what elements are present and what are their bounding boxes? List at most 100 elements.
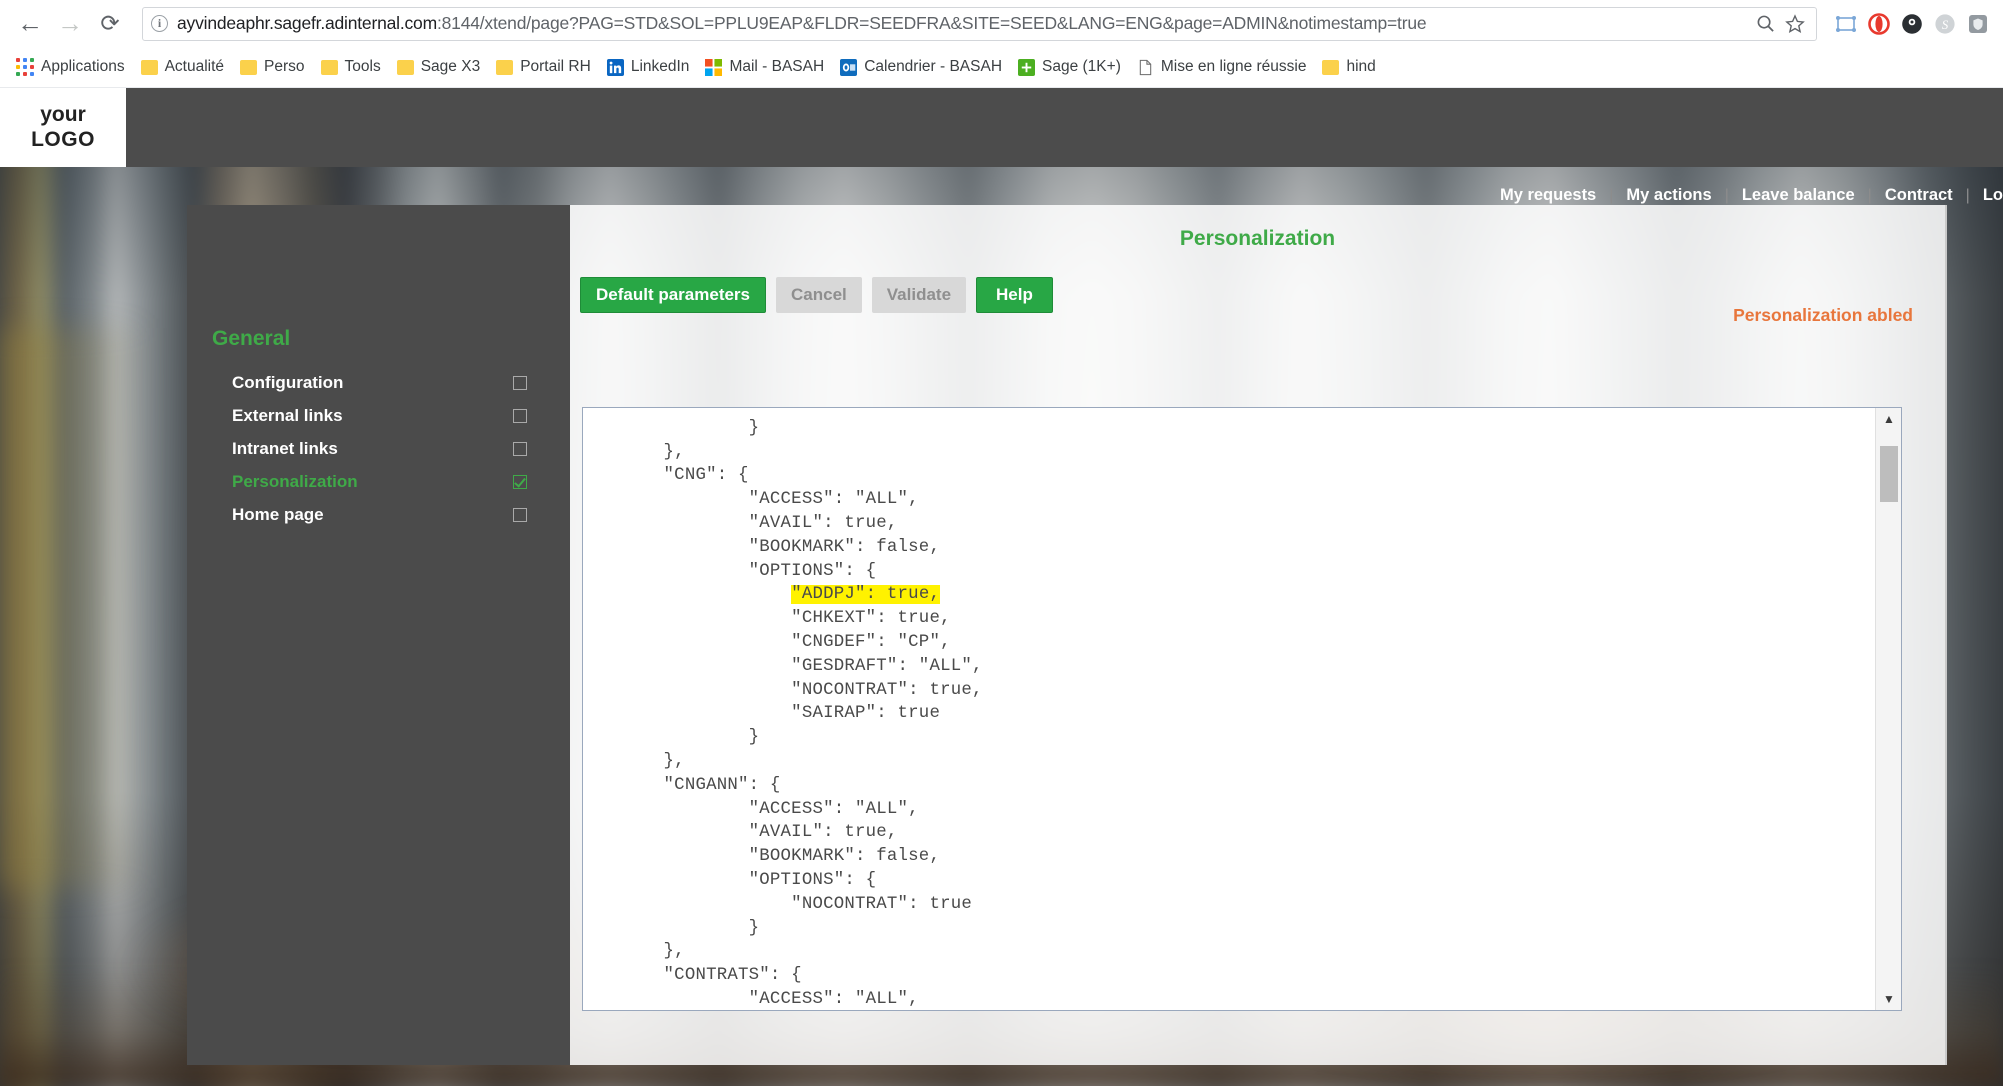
bookmark-label: Portail RH — [520, 58, 591, 75]
action-toolbar: Default parameters Cancel Validate Help — [580, 277, 1053, 313]
sidebar-item-label: External links — [232, 405, 343, 425]
shield-extension-icon[interactable] — [1963, 9, 1993, 39]
page-icon — [1139, 59, 1152, 75]
folder-icon — [396, 59, 414, 75]
background-warm-left — [0, 328, 150, 888]
forward-arrow-icon[interactable]: → — [50, 4, 90, 44]
scrollbar-thumb[interactable] — [1880, 446, 1898, 502]
bookmark-item-mise-en-ligne[interactable]: Mise en ligne réussie — [1129, 53, 1315, 81]
cancel-button[interactable]: Cancel — [776, 277, 862, 313]
outlook-calendar-icon — [840, 58, 858, 76]
browser-toolbar: ← → ⟳ i ayvindeaphr.sagefr.adinternal.co… — [0, 0, 2003, 47]
sidebar-item-label: Intranet links — [232, 438, 338, 458]
bookmark-item-linkedin[interactable]: LinkedIn — [599, 53, 698, 81]
bookmark-label: Actualité — [164, 58, 225, 75]
sidebar: General Configuration External links Int… — [187, 205, 570, 1065]
sidebar-checkbox-home-page[interactable] — [513, 507, 527, 522]
bookmark-item-calendrier-basah[interactable]: Calendrier - BASAH — [832, 53, 1010, 81]
topnav-item-my-requests[interactable]: My requests — [1487, 186, 1609, 205]
logo-line-2: LOGO — [31, 127, 95, 151]
bookmark-label: Applications — [41, 58, 125, 75]
bookmark-label: Perso — [264, 58, 305, 75]
topnav-item-contract[interactable]: Contract — [1872, 186, 1966, 205]
main-panel: Personalization Default parameters Cance… — [570, 205, 1947, 1065]
scroll-down-arrow-icon[interactable]: ▼ — [1876, 988, 1901, 1010]
bookmark-label: Sage (1K+) — [1042, 58, 1121, 75]
apps-grid-icon — [16, 58, 34, 76]
bookmark-item-mail-basah[interactable]: Mail - BASAH — [697, 53, 832, 81]
bookmark-item-sage[interactable]: Sage (1K+) — [1010, 53, 1129, 81]
sidebar-item-configuration[interactable]: Configuration — [232, 366, 527, 399]
topnav-item-truncated[interactable]: Lo — [1970, 186, 2003, 205]
sidebar-menu: Configuration External links Intranet li… — [232, 366, 527, 531]
extension-icon-group: S — [1831, 9, 1993, 39]
sidebar-item-label: Configuration — [232, 372, 344, 392]
topnav-item-leave-balance[interactable]: Leave balance — [1729, 186, 1868, 205]
bookmark-item-actualite[interactable]: Actualité — [133, 53, 232, 81]
scroll-up-arrow-icon[interactable]: ▲ — [1876, 408, 1901, 430]
validate-button[interactable]: Validate — [871, 277, 967, 313]
sidebar-checkbox-intranet-links[interactable] — [513, 441, 527, 456]
sidebar-checkbox-personalization[interactable] — [513, 474, 527, 489]
code-viewport[interactable]: "NOCONTRAT": true } }, "CNG": { "ACCESS"… — [583, 408, 1875, 1010]
json-code-editor[interactable]: "NOCONTRAT": true } }, "CNG": { "ACCESS"… — [582, 407, 1902, 1011]
sidebar-section-title: General — [212, 327, 291, 350]
browser-chrome: ← → ⟳ i ayvindeaphr.sagefr.adinternal.co… — [0, 0, 2003, 88]
code-highlighted-line: "ADDPJ": true, — [791, 585, 941, 605]
skype-icon[interactable]: S — [1930, 9, 1960, 39]
svg-text:S: S — [1942, 17, 1949, 32]
dark-circle-extension-icon[interactable] — [1897, 9, 1927, 39]
logo: your LOGO — [0, 88, 126, 167]
folder-icon — [140, 59, 158, 75]
zoom-icon[interactable] — [1752, 11, 1778, 37]
site-info-icon[interactable]: i — [151, 15, 168, 32]
sidebar-item-intranet-links[interactable]: Intranet links — [232, 432, 527, 465]
panel-title: Personalization — [1179, 227, 1336, 250]
screenshot-capture-icon[interactable] — [1831, 9, 1861, 39]
content-area: General Configuration External links Int… — [187, 205, 1947, 1065]
bookmark-item-perso[interactable]: Perso — [232, 53, 313, 81]
linkedin-icon — [606, 58, 624, 76]
bookmark-star-icon[interactable] — [1782, 11, 1808, 37]
sidebar-checkbox-configuration[interactable] — [513, 375, 527, 390]
bookmark-label: Tools — [344, 58, 381, 75]
folder-icon — [320, 59, 338, 75]
bookmark-item-applications[interactable]: Applications — [8, 53, 133, 81]
code-segment-after: "CHKEXT": true, "CNGDEF": "CP", "GESDRAF… — [663, 609, 983, 1009]
bookmark-label: Mise en ligne réussie — [1160, 58, 1307, 75]
bookmark-label: Calendrier - BASAH — [864, 58, 1003, 75]
bookmark-label: LinkedIn — [630, 58, 690, 75]
bookmarks-bar: Applications Actualité Perso Tools Sage … — [0, 47, 2003, 88]
portal-header: your LOGO My requests | My actions | Lea… — [0, 88, 2003, 204]
url-text: ayvindeaphr.sagefr.adinternal.com:8144/x… — [177, 13, 1427, 33]
logo-line-1: your — [40, 102, 86, 126]
bookmark-label: Mail - BASAH — [729, 58, 825, 75]
back-arrow-icon[interactable]: ← — [10, 4, 50, 44]
sidebar-item-external-links[interactable]: External links — [232, 399, 527, 432]
help-button[interactable]: Help — [976, 277, 1053, 313]
sidebar-item-label: Personalization — [232, 471, 358, 491]
opera-extension-icon[interactable] — [1864, 9, 1894, 39]
folder-icon — [1322, 59, 1340, 75]
bookmark-label: hind — [1346, 58, 1376, 75]
code-scrollbar[interactable]: ▲ ▼ — [1875, 408, 1901, 1010]
sage-plus-icon — [1018, 58, 1036, 76]
bookmark-item-hind[interactable]: hind — [1314, 53, 1383, 81]
status-badge: Personalization abled — [1733, 305, 1913, 325]
bookmark-item-portail-rh[interactable]: Portail RH — [488, 53, 599, 81]
microsoft-mail-icon — [705, 58, 723, 76]
portal-top-navigation: My requests | My actions | Leave balance… — [1487, 186, 2003, 205]
folder-icon — [496, 59, 514, 75]
folder-icon — [240, 59, 258, 75]
sidebar-checkbox-external-links[interactable] — [513, 408, 527, 423]
sidebar-item-home-page[interactable]: Home page — [232, 498, 527, 531]
reload-icon[interactable]: ⟳ — [90, 4, 130, 44]
json-code-content: "NOCONTRAT": true } }, "CNG": { "ACCESS"… — [621, 408, 983, 1010]
default-parameters-button[interactable]: Default parameters — [580, 277, 767, 313]
bookmark-item-tools[interactable]: Tools — [313, 53, 389, 81]
address-bar[interactable]: i ayvindeaphr.sagefr.adinternal.com:8144… — [142, 6, 1817, 41]
bookmark-item-sage-x3[interactable]: Sage X3 — [389, 53, 488, 81]
code-segment-before: "NOCONTRAT": true } }, "CNG": { "ACCESS"… — [663, 408, 972, 581]
topnav-item-my-actions[interactable]: My actions — [1613, 186, 1724, 205]
sidebar-item-personalization[interactable]: Personalization — [232, 465, 527, 498]
